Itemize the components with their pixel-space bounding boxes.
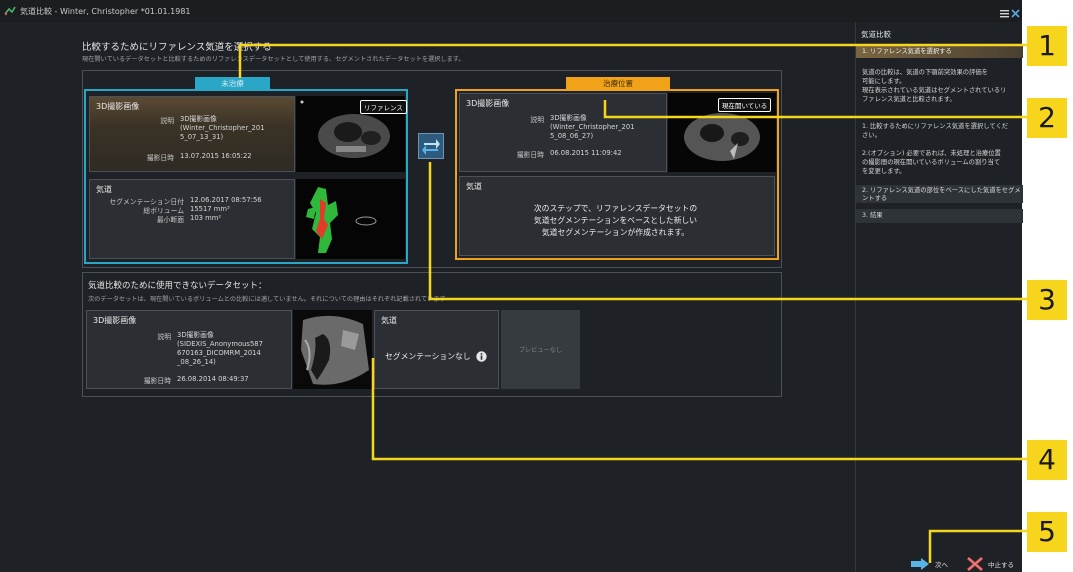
callout-2: 2 (1027, 98, 1067, 138)
callout-1: 1 (1027, 26, 1067, 66)
callout-3: 3 (1027, 280, 1067, 320)
callout-4: 4 (1027, 440, 1067, 480)
callout-5: 5 (1027, 512, 1067, 552)
callout-lines (238, 43, 1030, 563)
